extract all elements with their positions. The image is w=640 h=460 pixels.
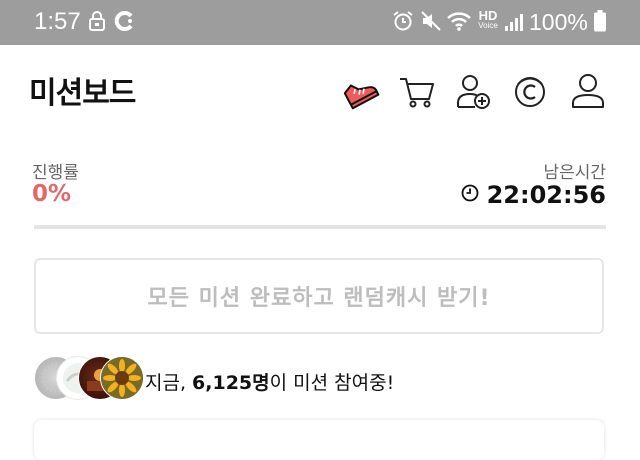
participants-count: 6,125명: [192, 372, 270, 394]
participants-prefix: 지금,: [145, 372, 193, 394]
wifi-icon: [446, 10, 472, 36]
participants-suffix: 이 미션 참여중!: [269, 372, 395, 394]
progress-value: 0%: [32, 181, 72, 207]
avatar: [100, 356, 144, 400]
battery-percentage: 100%: [529, 9, 588, 35]
voice-label: Voice: [478, 21, 498, 30]
signal-icon: [504, 12, 524, 36]
cart-icon[interactable]: [398, 72, 436, 110]
remaining-time-label: 남은시간: [543, 163, 606, 183]
profile-icon[interactable]: [570, 72, 608, 110]
participant-avatars: [34, 356, 144, 400]
remaining-time: 22:02:56: [461, 181, 606, 209]
page-title: 미션보드: [29, 76, 136, 111]
random-cash-reward-button[interactable]: 모든 미션 완료하고 랜덤캐시 받기!: [34, 258, 604, 334]
divider: [34, 225, 606, 229]
mute-icon: [420, 10, 442, 36]
add-friend-icon[interactable]: [455, 72, 493, 110]
sneaker-icon[interactable]: [340, 72, 380, 110]
status-time: 1:57: [34, 8, 81, 35]
progress-label: 진행률: [32, 163, 79, 183]
hd-voice-icon: HD Voice: [476, 9, 500, 30]
clock-icon: [461, 184, 479, 206]
mission-card[interactable]: [34, 420, 604, 460]
coin-c-icon[interactable]: [512, 72, 550, 110]
remaining-time-value: 22:02:56: [486, 181, 606, 209]
status-bar: 1:57 HD Voice 100%: [0, 0, 640, 45]
alarm-icon: [392, 10, 414, 36]
app-c-icon: [114, 10, 136, 36]
reward-button-label: 모든 미션 완료하고 랜덤캐시 받기!: [147, 286, 491, 311]
lock-icon: [88, 10, 106, 36]
participants-text: 지금, 6,125명이 미션 참여중!: [145, 368, 394, 395]
battery-icon: [594, 10, 606, 36]
